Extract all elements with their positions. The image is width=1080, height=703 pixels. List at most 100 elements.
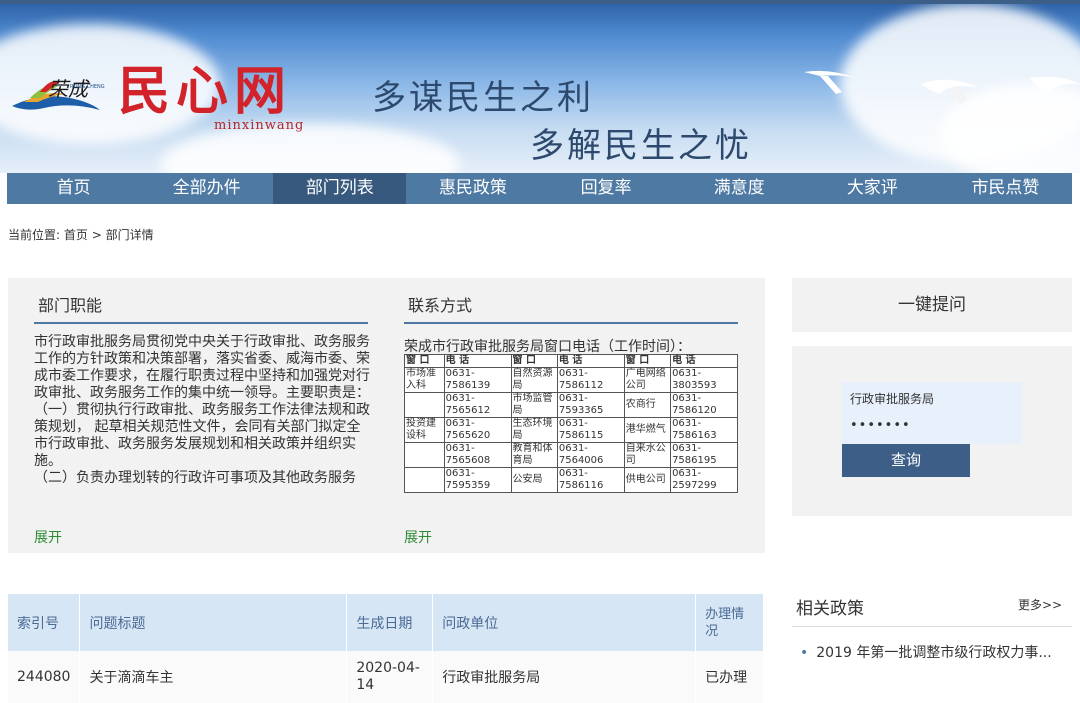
one-click-ask-button[interactable]: 一键提问 xyxy=(792,278,1072,332)
contact-phone-cell: 0631-7565612 xyxy=(443,392,512,418)
contact-section-title: 联系方式 xyxy=(408,296,473,315)
contact-phone-cell: 0631-2597299 xyxy=(670,467,738,493)
contact-phone-cell: 0631-3803593 xyxy=(670,367,738,393)
contact-table-row: 0631-7565608 教育和体育局 0631-7564006 自来水公司 0631-… xyxy=(404,442,738,468)
contact-window-cell: 投资建设科 xyxy=(404,417,445,443)
row-date: 2020-04-14 xyxy=(346,651,434,703)
row-title[interactable]: 关于滴滴车主 xyxy=(79,651,348,703)
breadcrumb-prefix: 当前位置: xyxy=(8,228,61,242)
banner-cloud xyxy=(160,124,460,173)
contact-title-underline xyxy=(404,322,738,324)
contact-window-cell xyxy=(404,442,445,468)
query-department-field[interactable]: 行政审批服务局 xyxy=(850,390,934,407)
contact-phone-cell: 0631-7595359 xyxy=(443,467,512,493)
contact-header-cell: 窗 口 xyxy=(623,354,672,368)
status-badge: 已办理 xyxy=(695,651,764,703)
nav-item-home[interactable]: 首页 xyxy=(7,173,140,204)
nav-item-departments[interactable]: 部门列表 xyxy=(273,173,407,204)
nav-item-citizen-likes[interactable]: 市民点赞 xyxy=(939,173,1072,204)
contact-subtitle: 荣成市行政审批服务局窗口电话（工作时间）： xyxy=(404,339,691,355)
main-nav: 首页 全部办件 部门列表 惠民政策 回复率 满意度 大家评 市民点赞 xyxy=(7,173,1072,204)
site-logo-subtitle: minxinwang xyxy=(214,118,305,133)
contact-window-cell: 港华燃气 xyxy=(623,417,672,443)
breadcrumb-home-link[interactable]: 首页 xyxy=(64,228,88,242)
contact-window-cell xyxy=(404,467,445,493)
table-row[interactable]: 244080 关于滴滴车主 2020-04-14 行政审批服务局 已办理 xyxy=(8,651,764,703)
contact-window-cell: 市场准入科 xyxy=(404,367,445,393)
contact-window-cell: 广电网络公司 xyxy=(623,367,672,393)
contact-phone-table: 窗 口电 话窗 口电 话窗 口电 话 市场准入科 0631-7586139 自然资源… xyxy=(404,354,738,493)
nav-item-public-review[interactable]: 大家评 xyxy=(806,173,939,204)
nav-item-reply-rate[interactable]: 回复率 xyxy=(540,173,673,204)
contact-window-cell: 教育和体育局 xyxy=(510,442,558,468)
query-button[interactable]: 查询 xyxy=(842,444,970,477)
contact-header-cell: 电 话 xyxy=(670,354,738,368)
contact-window-cell: 公安局 xyxy=(510,467,558,493)
contact-phone-cell: 0631-7586120 xyxy=(670,392,738,418)
contact-phone-cell: 0631-7586115 xyxy=(556,417,625,443)
contact-window-cell: 市场监管局 xyxy=(510,392,558,418)
site-logo-text[interactable]: 民心网 xyxy=(118,62,292,122)
contact-window-cell: 供电公司 xyxy=(623,467,672,493)
logo-english-text: RONG CHENG xyxy=(70,84,105,90)
contact-phone-cell: 0631-7586139 xyxy=(443,367,512,393)
contact-table-header: 窗 口电 话窗 口电 话窗 口电 话 xyxy=(404,354,738,368)
contact-phone-cell: 0631-7564006 xyxy=(556,442,625,468)
contact-table-row: 投资建设科 0631-7565620 生态环境局 0631-7586115 港华燃气 06… xyxy=(404,417,738,443)
contact-phone-cell: 0631-7586163 xyxy=(670,417,738,443)
column-header-status: 办理情况 xyxy=(695,594,764,651)
contact-table-row: 市场准入科 0631-7586139 自然资源局 0631-7586112 广电网络公司… xyxy=(404,367,738,393)
questions-table-header: 索引号 问题标题 生成日期 问政单位 办理情况 xyxy=(8,594,764,651)
row-unit: 行政审批服务局 xyxy=(432,651,697,703)
duty-expand-link[interactable]: 展开 xyxy=(34,527,62,547)
breadcrumb-separator: > xyxy=(91,228,102,242)
contact-window-cell: 生态环境局 xyxy=(510,417,558,443)
contact-header-cell: 电 话 xyxy=(556,354,625,368)
query-password-field[interactable]: ••••••• xyxy=(850,418,911,433)
bullet-icon: • xyxy=(800,645,809,661)
contact-table-row: 0631-7595359 公安局 0631-7586116 供电公司 0631-2597… xyxy=(404,467,738,493)
breadcrumb-current: 部门详情 xyxy=(105,228,154,242)
contact-header-cell: 窗 口 xyxy=(404,354,445,368)
query-box: 行政审批服务局 ••••••• 查询 xyxy=(792,346,1072,516)
contact-phone-cell: 0631-7586112 xyxy=(556,367,625,393)
contact-table-row: 0631-7565612 市场监管局 0631-7593365 农商行 0631-758… xyxy=(404,392,738,418)
contact-phone-cell: 0631-7586195 xyxy=(670,442,738,468)
contact-phone-cell: 0631-7593365 xyxy=(556,392,625,418)
contact-window-cell: 自然资源局 xyxy=(510,367,558,393)
duty-description: 市行政审批服务局贯彻党中央关于行政审批、政务服务工作的方针政策和决策部署，落实省… xyxy=(34,334,370,486)
contact-header-cell: 窗 口 xyxy=(510,354,558,368)
column-header-unit: 问政单位 xyxy=(432,594,697,651)
site-banner: 荣成 RONG CHENG 民心网 minxinwang 多谋民生之利 多解民生… xyxy=(0,0,1080,173)
department-info-panel: 部门职能 市行政审批服务局贯彻党中央关于行政审批、政务服务工作的方针政策和决策部… xyxy=(8,278,765,553)
contact-header-cell: 电 话 xyxy=(443,354,512,368)
policy-divider xyxy=(792,626,1072,627)
rongcheng-logo-icon[interactable]: 荣成 xyxy=(10,72,102,120)
nav-item-satisfaction[interactable]: 满意度 xyxy=(673,173,806,204)
contact-table-body: 市场准入科 0631-7586139 自然资源局 0631-7586112 广电网络公司… xyxy=(404,367,738,493)
policy-item-label[interactable]: 2019 年第一批调整市级行政权力事... xyxy=(816,645,1051,661)
row-index: 244080 xyxy=(8,651,81,703)
policy-more-link[interactable]: 更多>> xyxy=(1018,596,1062,613)
contact-table-wrapper[interactable]: 窗 口电 话窗 口电 话窗 口电 话 市场准入科 0631-7586139 自然资源… xyxy=(404,354,738,526)
contact-expand-link[interactable]: 展开 xyxy=(404,527,432,547)
slogan-line-2: 多解民生之忧 xyxy=(530,126,752,166)
duty-section-title: 部门职能 xyxy=(38,296,103,315)
nav-item-all-cases[interactable]: 全部办件 xyxy=(140,173,273,204)
duty-title-underline xyxy=(34,322,368,324)
contact-window-cell: 农商行 xyxy=(623,392,672,418)
column-header-date: 生成日期 xyxy=(346,594,434,651)
query-input-area: 行政审批服务局 ••••••• xyxy=(842,382,1022,444)
column-header-title: 问题标题 xyxy=(79,594,348,651)
policy-list-item[interactable]: • 2019 年第一批调整市级行政权力事... xyxy=(800,642,1070,662)
contact-phone-cell: 0631-7565620 xyxy=(443,417,512,443)
breadcrumb: 当前位置: 首页 > 部门详情 xyxy=(8,226,154,243)
flying-birds-icon xyxy=(804,70,1080,104)
nav-item-policies[interactable]: 惠民政策 xyxy=(406,173,539,204)
contact-phone-cell: 0631-7586116 xyxy=(556,467,625,493)
slogan-line-1: 多谋民生之利 xyxy=(372,78,594,118)
column-header-index: 索引号 xyxy=(8,594,81,651)
contact-phone-cell: 0631-7565608 xyxy=(443,442,512,468)
contact-window-cell: 自来水公司 xyxy=(623,442,672,468)
contact-window-cell xyxy=(404,392,445,418)
